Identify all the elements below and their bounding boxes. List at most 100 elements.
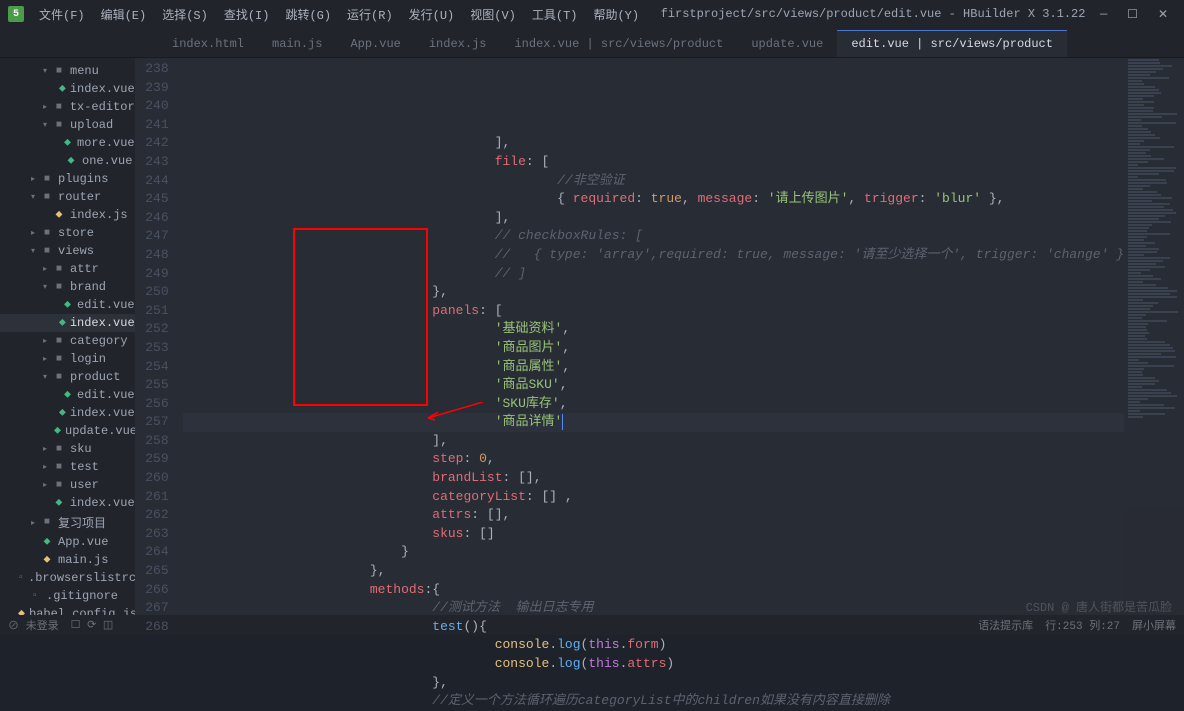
code-line[interactable]: '商品SKU', bbox=[183, 376, 1124, 395]
maximize-button[interactable]: ☐ bbox=[1127, 7, 1138, 22]
tree-item[interactable]: ⬥babel.config.js bbox=[0, 605, 135, 615]
tree-arrow-icon[interactable] bbox=[52, 138, 60, 148]
tree-arrow-icon[interactable]: ▸ bbox=[40, 480, 50, 490]
code-line[interactable]: ], bbox=[183, 209, 1124, 228]
tree-item[interactable]: ⬥index.js bbox=[0, 206, 135, 224]
tree-arrow-icon[interactable] bbox=[40, 210, 50, 220]
tree-item[interactable]: ▾■brand bbox=[0, 278, 135, 296]
editor[interactable]: 2382392402412422432442452462472482492502… bbox=[135, 58, 1184, 615]
tree-item[interactable]: ⬥edit.vue bbox=[0, 386, 135, 404]
code-line[interactable]: }, bbox=[183, 562, 1124, 581]
editor-tab[interactable]: index.vue | src/views/product bbox=[500, 31, 737, 57]
tree-item[interactable]: ⬥App.vue bbox=[0, 533, 135, 551]
tree-item[interactable]: ▾■router bbox=[0, 188, 135, 206]
tree-arrow-icon[interactable]: ▾ bbox=[28, 192, 38, 202]
tree-item[interactable]: ▾■views bbox=[0, 242, 135, 260]
tree-item[interactable]: ⬥index.vue bbox=[0, 494, 135, 512]
code-line[interactable]: test(){ bbox=[183, 618, 1124, 637]
code-line[interactable]: 'SKU库存', bbox=[183, 395, 1124, 414]
menu-item[interactable]: 选择(S) bbox=[155, 3, 215, 26]
code-line[interactable]: categoryList: [] , bbox=[183, 488, 1124, 507]
tree-arrow-icon[interactable]: ▸ bbox=[28, 518, 38, 528]
tree-arrow-icon[interactable]: ▾ bbox=[40, 372, 50, 382]
tree-arrow-icon[interactable]: ▾ bbox=[40, 282, 50, 292]
tree-item[interactable]: ▸■plugins bbox=[0, 170, 135, 188]
tree-item[interactable]: ▸■复习项目 bbox=[0, 512, 135, 533]
tree-item[interactable]: ⬥update.vue bbox=[0, 422, 135, 440]
tree-arrow-icon[interactable]: ▸ bbox=[28, 174, 38, 184]
tree-arrow-icon[interactable]: ▾ bbox=[40, 120, 50, 130]
tree-item[interactable]: ▾■upload bbox=[0, 116, 135, 134]
editor-tab[interactable]: main.js bbox=[258, 31, 336, 57]
tree-item[interactable]: ▸■store bbox=[0, 224, 135, 242]
tree-item[interactable]: ⬥index.vue bbox=[0, 314, 135, 332]
menu-item[interactable]: 视图(V) bbox=[463, 3, 523, 26]
tree-arrow-icon[interactable] bbox=[28, 555, 38, 565]
code-line[interactable]: brandList: [], bbox=[183, 469, 1124, 488]
tree-item[interactable]: ▸■test bbox=[0, 458, 135, 476]
code-content[interactable]: ], file: [ //非空验证 { required: true, mess… bbox=[183, 58, 1124, 615]
tree-item[interactable]: ▸■login bbox=[0, 350, 135, 368]
tree-item[interactable]: ▸■category bbox=[0, 332, 135, 350]
tree-arrow-icon[interactable]: ▸ bbox=[40, 444, 50, 454]
code-line[interactable]: //定义一个方法循环遍历categoryList中的children如果没有内容… bbox=[183, 692, 1124, 711]
menu-item[interactable]: 发行(U) bbox=[402, 3, 462, 26]
tree-item[interactable]: ▾■product bbox=[0, 368, 135, 386]
tree-arrow-icon[interactable]: ▸ bbox=[40, 354, 50, 364]
code-line[interactable]: console.log(this.attrs) bbox=[183, 655, 1124, 674]
menu-item[interactable]: 运行(R) bbox=[340, 3, 400, 26]
code-line[interactable]: //测试方法 输出日志专用 bbox=[183, 599, 1124, 618]
code-line[interactable]: skus: [] bbox=[183, 525, 1124, 544]
tree-item[interactable]: ⬥more.vue bbox=[0, 134, 135, 152]
editor-tab[interactable]: index.html bbox=[158, 31, 258, 57]
tree-arrow-icon[interactable]: ▸ bbox=[28, 228, 38, 238]
tree-item[interactable]: ⬥index.vue bbox=[0, 404, 135, 422]
editor-tab[interactable]: update.vue bbox=[737, 31, 837, 57]
code-line[interactable]: '商品属性', bbox=[183, 358, 1124, 377]
tree-item[interactable]: ▸■attr bbox=[0, 260, 135, 278]
code-line[interactable]: // { type: 'array',required: true, messa… bbox=[183, 246, 1124, 265]
code-line[interactable]: '商品图片', bbox=[183, 339, 1124, 358]
tree-item[interactable]: ⬥main.js bbox=[0, 551, 135, 569]
menu-item[interactable]: 跳转(G) bbox=[278, 3, 338, 26]
code-line[interactable]: panels: [ bbox=[183, 302, 1124, 321]
menu-item[interactable]: 编辑(E) bbox=[94, 3, 154, 26]
code-line[interactable]: file: [ bbox=[183, 153, 1124, 172]
screen-size[interactable]: 屏小屏幕 bbox=[1132, 617, 1176, 633]
tree-arrow-icon[interactable]: ▾ bbox=[28, 246, 38, 256]
status-icons[interactable]: ☐ ⟳ ◫ bbox=[71, 618, 114, 632]
tree-item[interactable]: ▾■menu bbox=[0, 62, 135, 80]
tree-item[interactable]: ⬥index.vue bbox=[0, 80, 135, 98]
tree-arrow-icon[interactable]: ▸ bbox=[40, 102, 50, 112]
code-line[interactable]: step: 0, bbox=[183, 450, 1124, 469]
menu-item[interactable]: 查找(I) bbox=[217, 3, 277, 26]
tree-arrow-icon[interactable] bbox=[40, 498, 50, 508]
code-line[interactable]: }, bbox=[183, 283, 1124, 302]
code-line[interactable]: }, bbox=[183, 674, 1124, 693]
code-line[interactable]: { required: true, message: '请上传图片', trig… bbox=[183, 190, 1124, 209]
tree-item[interactable]: ⬥one.vue bbox=[0, 152, 135, 170]
login-status[interactable]: ⊘ 未登录 bbox=[8, 617, 59, 633]
tree-arrow-icon[interactable] bbox=[52, 318, 57, 328]
editor-tab[interactable]: index.js bbox=[415, 31, 501, 57]
minimize-button[interactable]: — bbox=[1100, 7, 1107, 22]
tree-item[interactable]: ▸■user bbox=[0, 476, 135, 494]
tree-item[interactable]: ▸■sku bbox=[0, 440, 135, 458]
editor-tab[interactable]: edit.vue | src/views/product bbox=[837, 30, 1067, 57]
code-line[interactable]: // checkboxRules: [ bbox=[183, 227, 1124, 246]
tree-item[interactable]: ⬥edit.vue bbox=[0, 296, 135, 314]
code-line[interactable]: // ] bbox=[183, 265, 1124, 284]
code-line[interactable]: //非空验证 bbox=[183, 172, 1124, 191]
tree-item[interactable]: ▫.gitignore bbox=[0, 587, 135, 605]
code-line[interactable]: methods:{ bbox=[183, 581, 1124, 600]
tree-arrow-icon[interactable] bbox=[52, 408, 57, 418]
tree-arrow-icon[interactable] bbox=[52, 300, 60, 310]
menu-item[interactable]: 文件(F) bbox=[32, 3, 92, 26]
menu-item[interactable]: 工具(T) bbox=[525, 3, 585, 26]
tree-item[interactable]: ▫.browserslistrc bbox=[0, 569, 135, 587]
tree-arrow-icon[interactable] bbox=[52, 84, 57, 94]
tree-arrow-icon[interactable]: ▸ bbox=[40, 336, 50, 346]
code-line[interactable]: } bbox=[183, 543, 1124, 562]
tree-item[interactable]: ▸■tx-editor bbox=[0, 98, 135, 116]
code-line[interactable]: '商品详情' bbox=[183, 413, 1124, 432]
